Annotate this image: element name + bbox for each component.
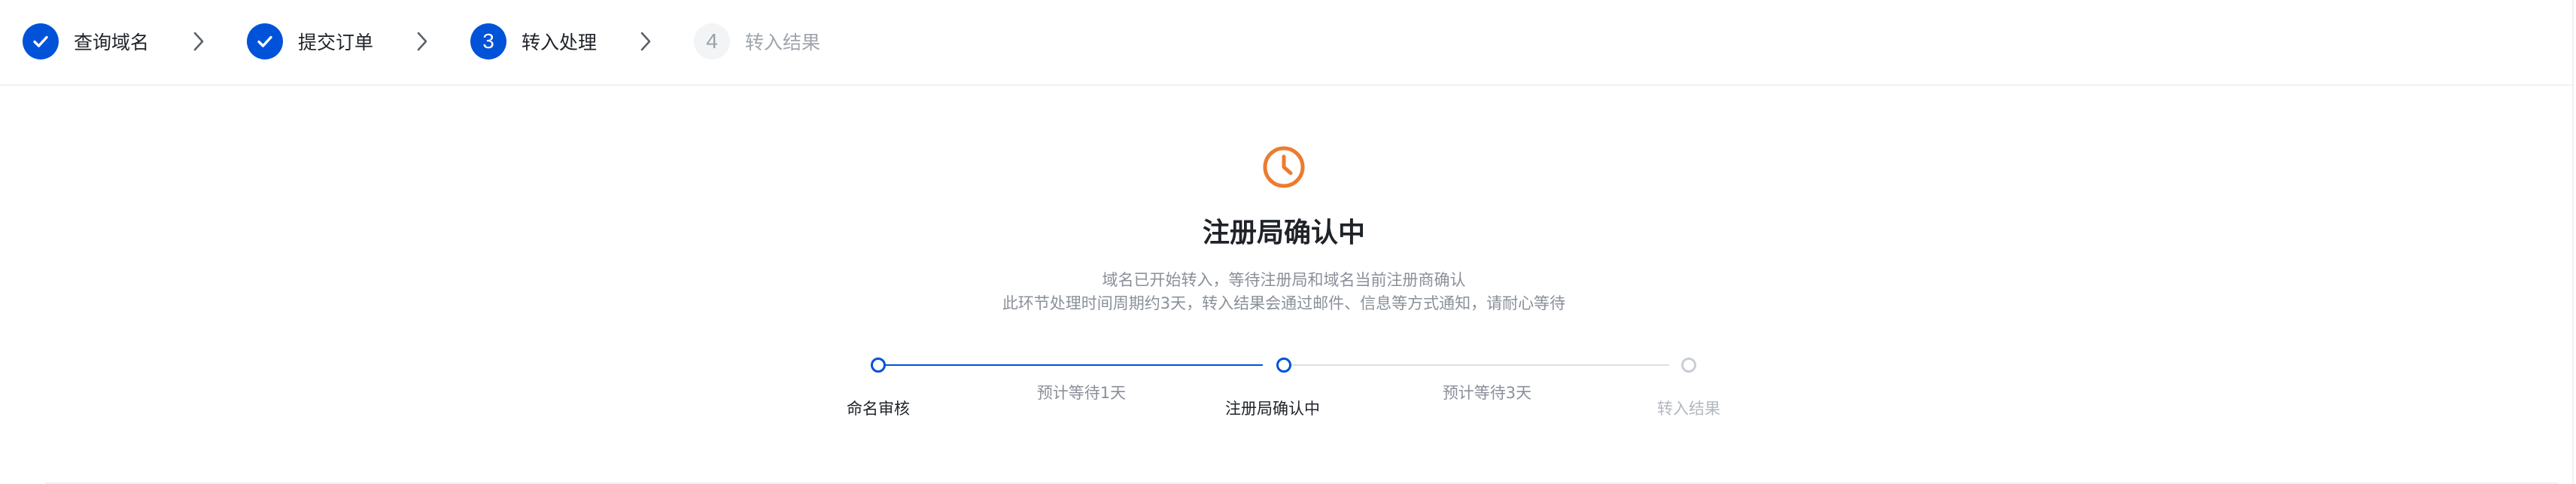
transfer-progress-timeline: 命名审核 注册局确认中 转入结果 预计等待1天 预计等待3天: [0, 0, 2576, 484]
timeline-node-label: 注册局确认中: [1225, 400, 1320, 418]
domain-transfer-page: 查询域名 提交订单 3 转入处理 4 转入结果 注册局确认中 域名已开始转入，等…: [0, 0, 2576, 484]
timeline-node: [1681, 358, 1696, 373]
timeline-segment: [885, 364, 1263, 366]
timeline-node: [871, 358, 886, 373]
timeline-node: [1276, 358, 1291, 373]
timeline-segment: [1291, 364, 1669, 366]
timeline-node-label: 命名审核: [847, 400, 910, 418]
timeline-estimate: 预计等待1天: [1036, 384, 1127, 402]
timeline-node-label: 转入结果: [1657, 400, 1720, 418]
timeline-estimate: 预计等待3天: [1442, 384, 1532, 402]
scrollbar-track: [2572, 0, 2574, 484]
